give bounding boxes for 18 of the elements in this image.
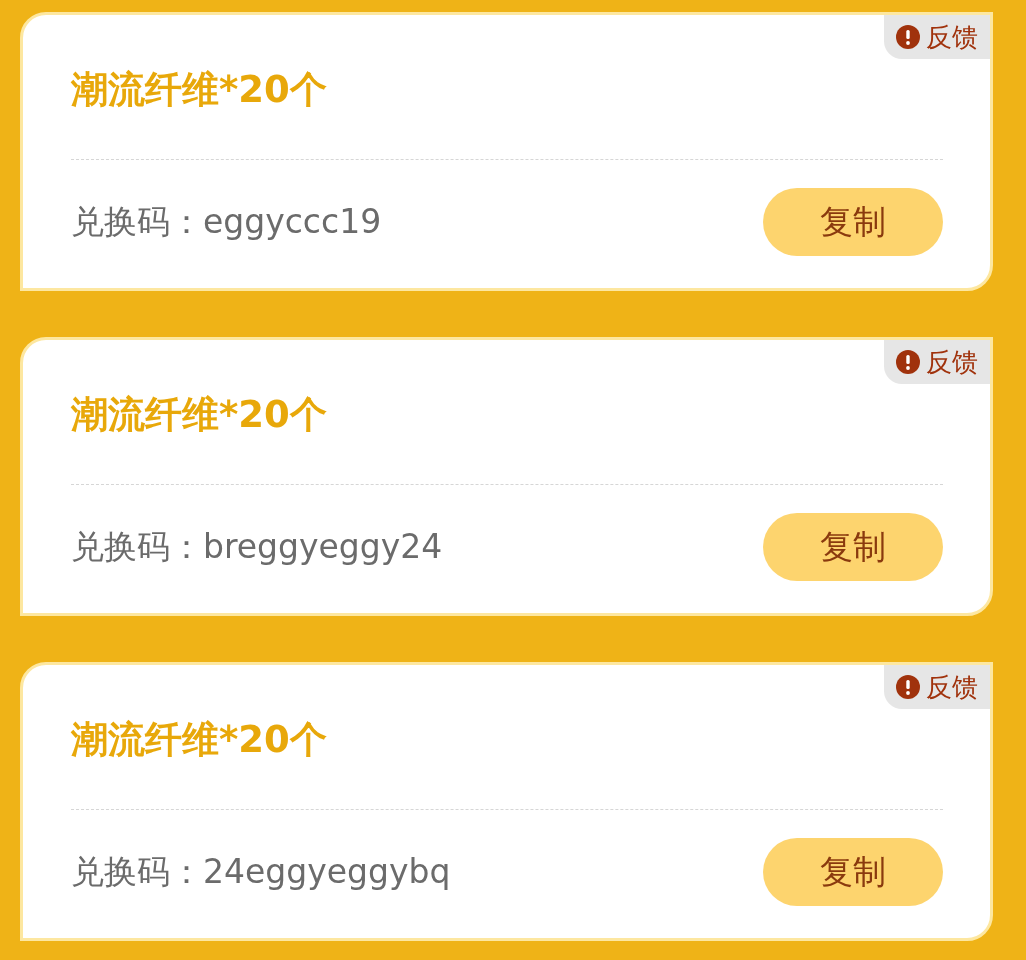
feedback-button[interactable]: 反馈 [884, 340, 990, 384]
feedback-button[interactable]: 反馈 [884, 665, 990, 709]
copy-button[interactable]: 复制 [763, 188, 943, 256]
reward-title: 潮流纤维*20个 [71, 392, 328, 438]
warning-icon [896, 350, 920, 374]
feedback-button[interactable]: 反馈 [884, 15, 990, 59]
code-label: 兑换码： [71, 526, 203, 569]
reward-title: 潮流纤维*20个 [71, 717, 328, 763]
copy-button[interactable]: 复制 [763, 838, 943, 906]
copy-button[interactable]: 复制 [763, 513, 943, 581]
code-label: 兑换码： [71, 201, 203, 244]
warning-icon [896, 675, 920, 699]
redeem-code: eggyccc19 [203, 201, 382, 244]
warning-icon [896, 25, 920, 49]
reward-title: 潮流纤维*20个 [71, 67, 328, 113]
redeem-code: breggyeggy24 [203, 526, 443, 569]
redeem-code: 24eggyeggybq [203, 851, 451, 894]
code-label: 兑换码： [71, 851, 203, 894]
